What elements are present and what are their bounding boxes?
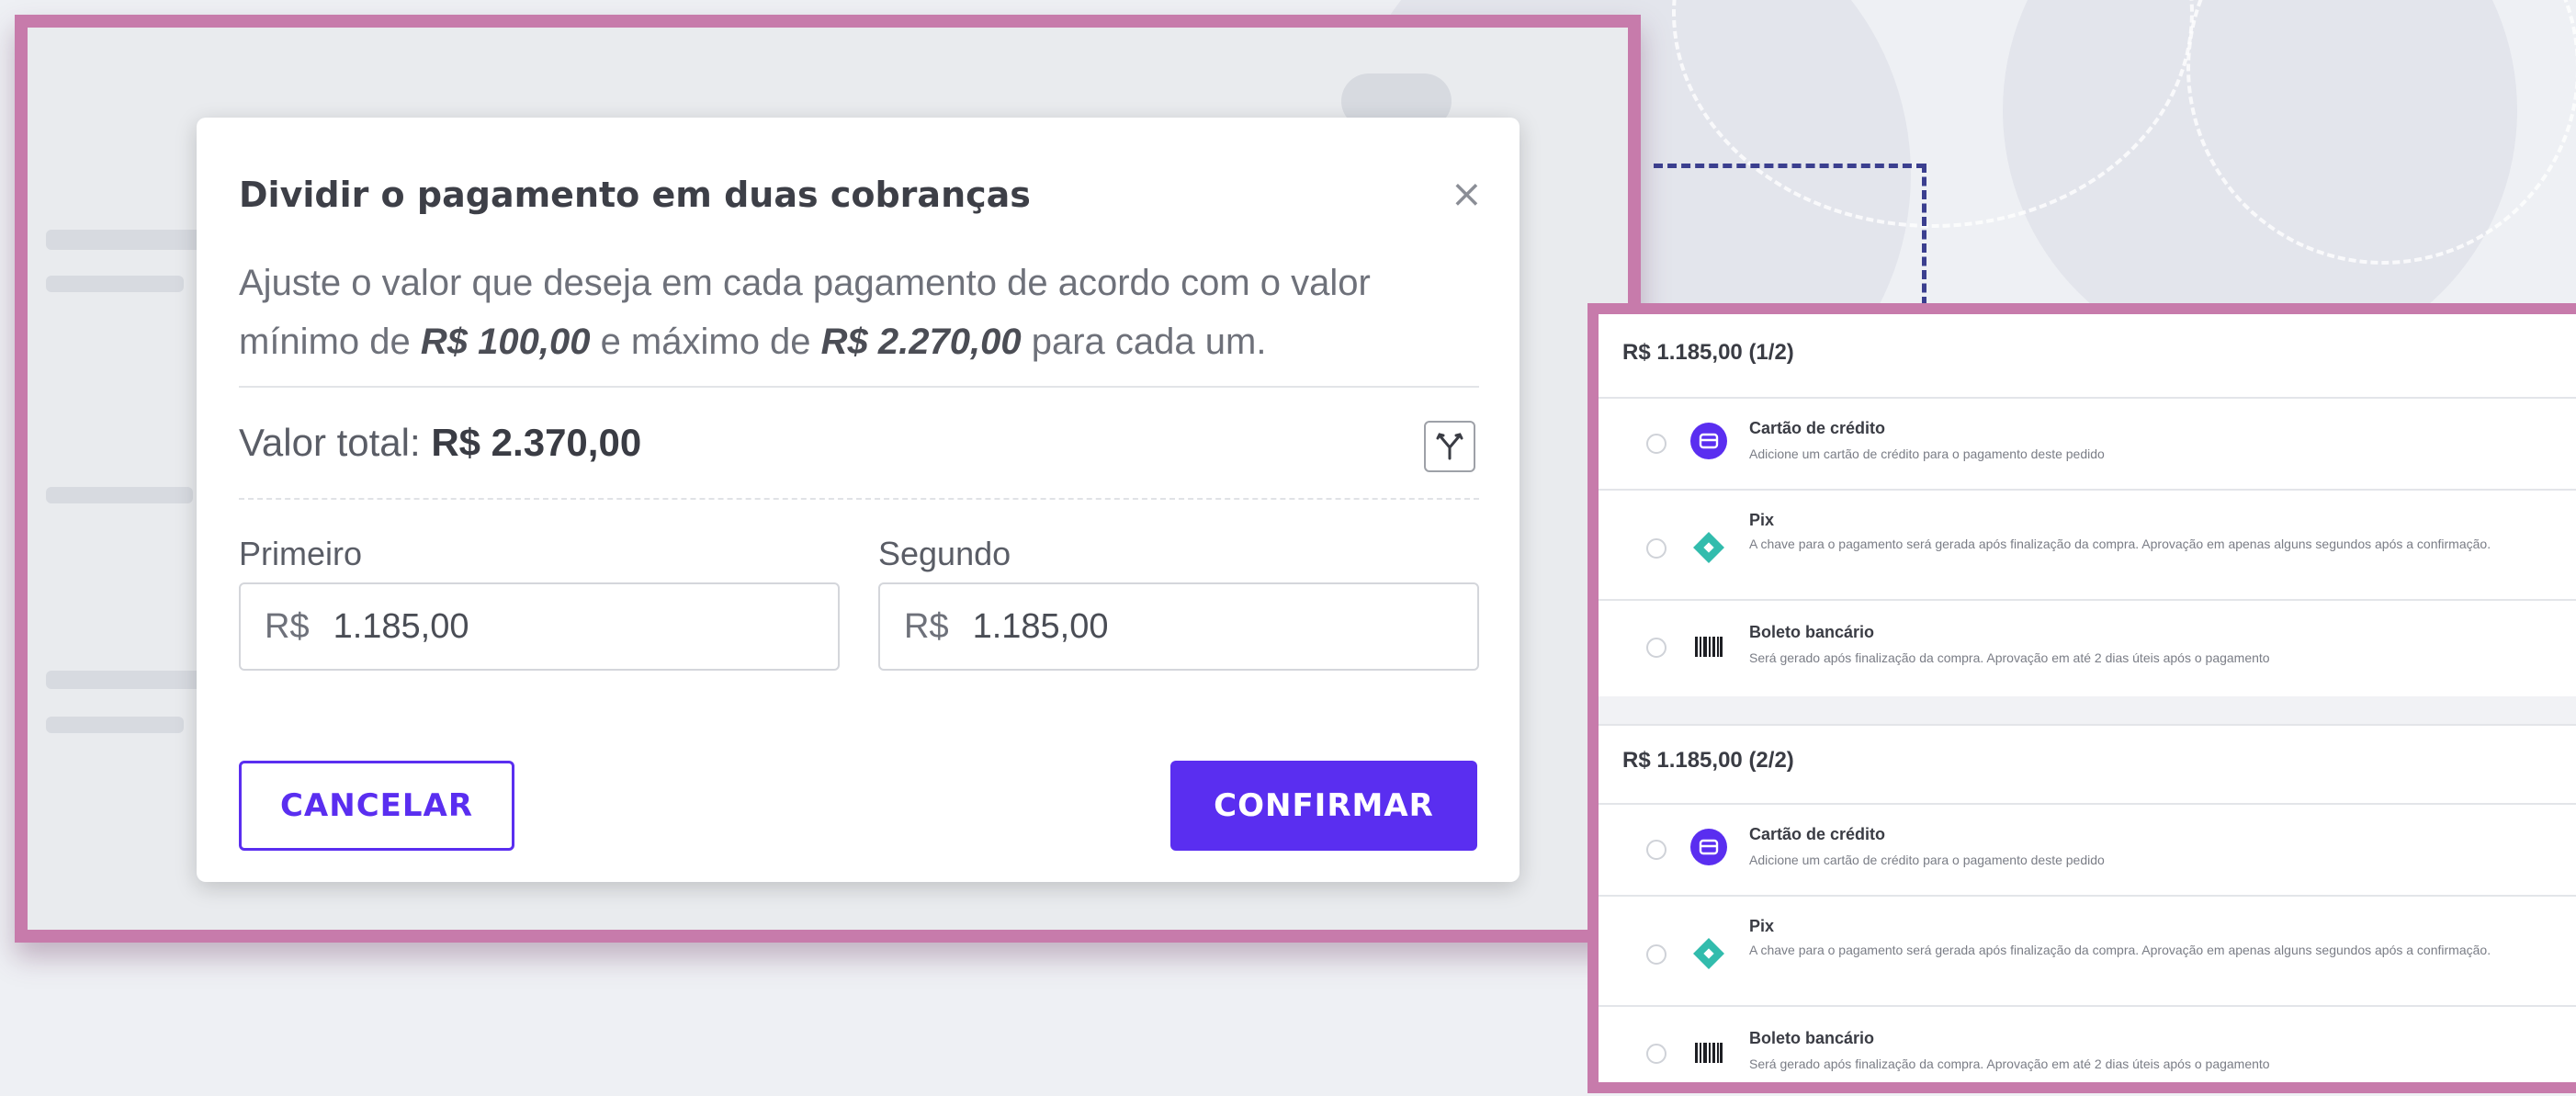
- divider: [239, 386, 1479, 388]
- radio-button[interactable]: [1646, 944, 1666, 965]
- dashed-connector: [1922, 164, 1926, 306]
- group-title: R$ 1.185,00 (1/2): [1622, 340, 1794, 365]
- payment-option-credit-card[interactable]: Cartão de crédito Adicione um cartão de …: [1599, 397, 2576, 491]
- group-separator: [1599, 696, 2576, 724]
- pix-icon: [1690, 529, 1727, 566]
- second-amount-input[interactable]: R$ 1.185,00: [878, 582, 1479, 671]
- option-description: A chave para o pagamento será gerada apó…: [1749, 943, 2491, 957]
- background-placeholder: [46, 230, 202, 250]
- background-placeholder: [46, 487, 193, 503]
- option-title: Cartão de crédito: [1749, 825, 1886, 843]
- first-field-label: Primeiro: [239, 535, 363, 572]
- split-payment-screenshot-frame: Dividir o pagamento em duas cobranças × …: [15, 15, 1641, 943]
- split-payment-modal: Dividir o pagamento em duas cobranças × …: [197, 118, 1520, 882]
- radio-button[interactable]: [1646, 840, 1666, 860]
- payment-option-boleto[interactable]: Boleto bancário Será gerado após finaliz…: [1599, 599, 2576, 698]
- first-amount-value: 1.185,00: [333, 606, 469, 646]
- option-description: A chave para o pagamento será gerada apó…: [1749, 537, 2491, 551]
- confirm-button[interactable]: CONFIRMAR: [1170, 761, 1477, 851]
- option-description: Adicione um cartão de crédito para o pag…: [1749, 446, 2105, 461]
- dashed-connector: [1654, 164, 1926, 168]
- radio-button[interactable]: [1646, 1044, 1666, 1064]
- first-amount-input[interactable]: R$ 1.185,00: [239, 582, 840, 671]
- max-value: R$ 2.270,00: [820, 322, 1022, 362]
- description-text: para cada um.: [1021, 322, 1267, 362]
- min-value: R$ 100,00: [420, 322, 591, 362]
- credit-card-icon: [1690, 829, 1727, 865]
- split-icon: [1436, 433, 1463, 460]
- payment-options-screenshot-frame: R$ 1.185,00 (1/2) Cartão de crédito Adic…: [1587, 303, 2576, 1093]
- group-header: R$ 1.185,00 (2/2): [1599, 724, 2576, 805]
- group-title: R$ 1.185,00 (2/2): [1622, 748, 1794, 773]
- barcode-icon: [1690, 628, 1727, 665]
- option-title: Cartão de crédito: [1749, 419, 1886, 437]
- divider: [239, 498, 1479, 500]
- split-toggle-button[interactable]: [1424, 421, 1475, 472]
- option-title: Boleto bancário: [1749, 623, 1875, 641]
- pix-icon: [1690, 935, 1727, 972]
- currency-prefix: R$: [904, 606, 949, 646]
- background-placeholder: [46, 717, 184, 733]
- total-value: Valor total: R$ 2.370,00: [239, 421, 641, 465]
- credit-card-icon: [1690, 423, 1727, 459]
- barcode-icon: [1690, 1034, 1727, 1071]
- option-title: Boleto bancário: [1749, 1029, 1875, 1047]
- cancel-button[interactable]: CANCELAR: [239, 761, 514, 851]
- radio-button[interactable]: [1646, 434, 1666, 454]
- option-title: Pix: [1749, 511, 1775, 529]
- option-description: Adicione um cartão de crédito para o pag…: [1749, 853, 2105, 867]
- close-icon[interactable]: ×: [1451, 171, 1483, 216]
- total-amount: R$ 2.370,00: [431, 421, 642, 464]
- payment-option-pix[interactable]: Pix A chave para o pagamento será gerada…: [1599, 489, 2576, 601]
- option-description: Será gerado após finalização da compra. …: [1749, 1056, 2270, 1071]
- modal-title: Dividir o pagamento em duas cobranças: [239, 175, 1031, 215]
- modal-description: Ajuste o valor que deseja em cada pagame…: [239, 254, 1488, 371]
- radio-button[interactable]: [1646, 538, 1666, 559]
- payment-option-pix[interactable]: Pix A chave para o pagamento será gerada…: [1599, 895, 2576, 1007]
- second-field-label: Segundo: [878, 535, 1011, 572]
- background-placeholder: [46, 276, 184, 292]
- description-text: e máximo de: [590, 322, 821, 362]
- payment-option-credit-card[interactable]: Cartão de crédito Adicione um cartão de …: [1599, 803, 2576, 897]
- total-label: Valor total:: [239, 421, 432, 464]
- option-description: Será gerado após finalização da compra. …: [1749, 650, 2270, 665]
- background-placeholder: [46, 671, 202, 689]
- radio-button[interactable]: [1646, 638, 1666, 658]
- currency-prefix: R$: [265, 606, 310, 646]
- option-title: Pix: [1749, 917, 1775, 935]
- second-amount-value: 1.185,00: [972, 606, 1109, 646]
- payment-option-boleto[interactable]: Boleto bancário Será gerado após finaliz…: [1599, 1005, 2576, 1082]
